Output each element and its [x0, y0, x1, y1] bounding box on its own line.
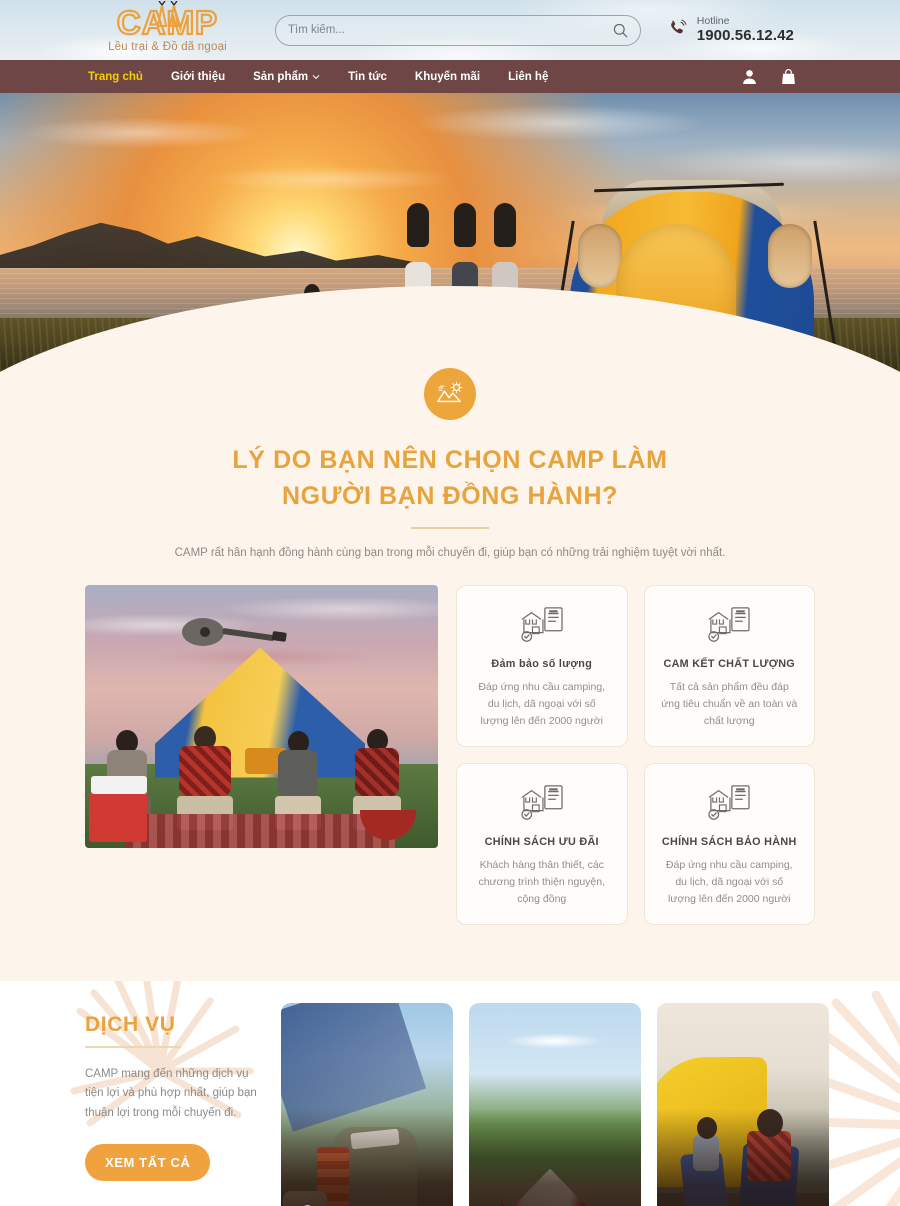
nav-label: Tin tức [348, 70, 387, 83]
service-card-thue-do-du-lich[interactable]: Thuê đồ du lịch [469, 1002, 641, 1206]
why-title-line1: LÝ DO BẠN NÊN CHỌN CAMP LÀM [232, 446, 668, 474]
nav-label: Trang chủ [88, 70, 143, 83]
why-card-title: CHÍNH SÁCH ƯU ĐÃI [484, 835, 599, 848]
page-root: CAMP Lều trại & Đồ dã ngoại Tìm kiếm... … [0, 0, 900, 1206]
warehouse-checklist-icon [473, 784, 611, 824]
search-icon[interactable] [613, 23, 628, 38]
mountain-sun-icon [424, 368, 476, 420]
why-card-grid: Đảm bảo số lượng Đáp ứng nhu cầu camping… [456, 584, 815, 925]
why-card[interactable]: Đảm bảo số lượng Đáp ứng nhu cầu camping… [456, 584, 628, 747]
why-card-title: CAM KẾT CHẤT LƯỢNG [663, 657, 796, 670]
photo-guitar [181, 615, 293, 646]
shopping-bag-icon[interactable] [781, 68, 796, 85]
nav-item-san-pham[interactable]: Sản phẩm [253, 71, 320, 83]
title-underline [411, 526, 489, 529]
warehouse-checklist-icon [661, 784, 799, 824]
why-section-title: LÝ DO BẠN NÊN CHỌN CAMP LÀM NGƯỜI BẠN ĐỒ… [0, 442, 900, 515]
nav-item-lien-he[interactable]: Liên hệ [508, 71, 548, 83]
nav-item-khuyen-mai[interactable]: Khuyến mãi [415, 71, 480, 83]
nav-list: Trang chủ Giới thiệu Sản phẩm Tin tức Kh… [88, 71, 548, 83]
hero-banner [0, 93, 900, 378]
why-feature-image [85, 584, 438, 848]
why-card[interactable]: CAM KẾT CHẤT LƯỢNG Tất cả sản phẩm đều đ… [643, 584, 815, 747]
tent-icon [151, 0, 185, 32]
site-header: CAMP Lều trại & Đồ dã ngoại Tìm kiếm... … [0, 0, 900, 60]
nav-item-gioi-thieu[interactable]: Giới thiệu [171, 71, 225, 83]
why-card-description: Khách hàng thân thiết, các chương trình … [478, 858, 606, 905]
services-section: DỊCH VỤ CAMP mang đến những dịch vụ tiện… [0, 980, 900, 1206]
service-card-combo-do-phuot[interactable]: Combo đồ phượt [281, 1002, 453, 1206]
hotline-label: Hotline [696, 15, 730, 28]
why-subtitle: CAMP rất hân hạnh đồng hành cùng bạn tro… [174, 546, 726, 559]
why-card-title: Đảm bảo số lượng [491, 657, 593, 670]
services-intro: DỊCH VỤ CAMP mang đến những dịch vụ tiện… [85, 1003, 265, 1206]
search-box[interactable] [275, 14, 641, 46]
search-input[interactable] [288, 24, 613, 36]
services-heading: DỊCH VỤ [85, 1012, 176, 1036]
nav-icon-group [742, 68, 796, 85]
why-card-description: Tất cả sản phẩm đều đáp ứng tiêu chuẩn v… [661, 680, 798, 727]
why-card[interactable]: CHÍNH SÁCH BẢO HÀNH Đáp ứng nhu cầu camp… [643, 762, 815, 925]
warehouse-checklist-icon [473, 606, 611, 646]
warehouse-checklist-icon [661, 606, 799, 646]
why-card-title: CHÍNH SÁCH BẢO HÀNH [661, 835, 797, 848]
service-card-do-da-ngoai[interactable]: Đồ dã ngoại [657, 1002, 829, 1206]
hotline-number: 1900.56.12.42 [696, 27, 794, 45]
photo-cooler [89, 775, 147, 842]
why-title-line2: NGƯỜI BẠN ĐỒNG HÀNH? [282, 482, 618, 511]
services-description: CAMP mang đến những dịch vụ tiện lợi và … [85, 1067, 257, 1120]
main-navigation: Trang chủ Giới thiệu Sản phẩm Tin tức Kh… [0, 60, 900, 93]
why-card-description: Đáp ứng nhu cầu camping, du lịch, dã ngo… [478, 680, 606, 727]
site-logo[interactable]: CAMP Lều trại & Đồ dã ngoại [80, 0, 255, 53]
user-icon[interactable] [742, 69, 757, 85]
nav-label: Liên hệ [508, 70, 549, 83]
services-card-list: Combo đồ phượt [281, 1002, 829, 1206]
nav-label: Khuyến mãi [414, 70, 481, 83]
nav-label: Giới thiệu [170, 70, 226, 83]
why-card-description: Đáp ứng nhu cầu camping, du lịch, dã ngo… [665, 858, 793, 905]
why-card[interactable]: CHÍNH SÁCH ƯU ĐÃI Khách hàng thân thiết,… [456, 762, 628, 925]
nav-item-tin-tuc[interactable]: Tin tức [348, 71, 387, 83]
view-all-button[interactable]: XEM TẤT CẢ [85, 1143, 211, 1181]
hotline-block[interactable]: Hotline 1900.56.12.42 [668, 15, 794, 44]
phone-icon [668, 18, 688, 43]
nav-item-trang-chu[interactable]: Trang chủ [88, 71, 143, 83]
search-container [275, 14, 641, 46]
services-underline [85, 1045, 181, 1048]
logo-tagline: Lều trại & Đồ dã ngoại [108, 41, 227, 53]
why-choose-section: LÝ DO BẠN NÊN CHỌN CAMP LÀM NGƯỜI BẠN ĐỒ… [0, 368, 900, 981]
chevron-down-icon [312, 71, 320, 83]
nav-label: Sản phẩm [253, 70, 309, 83]
why-content-grid: Đảm bảo số lượng Đáp ứng nhu cầu camping… [0, 584, 900, 925]
